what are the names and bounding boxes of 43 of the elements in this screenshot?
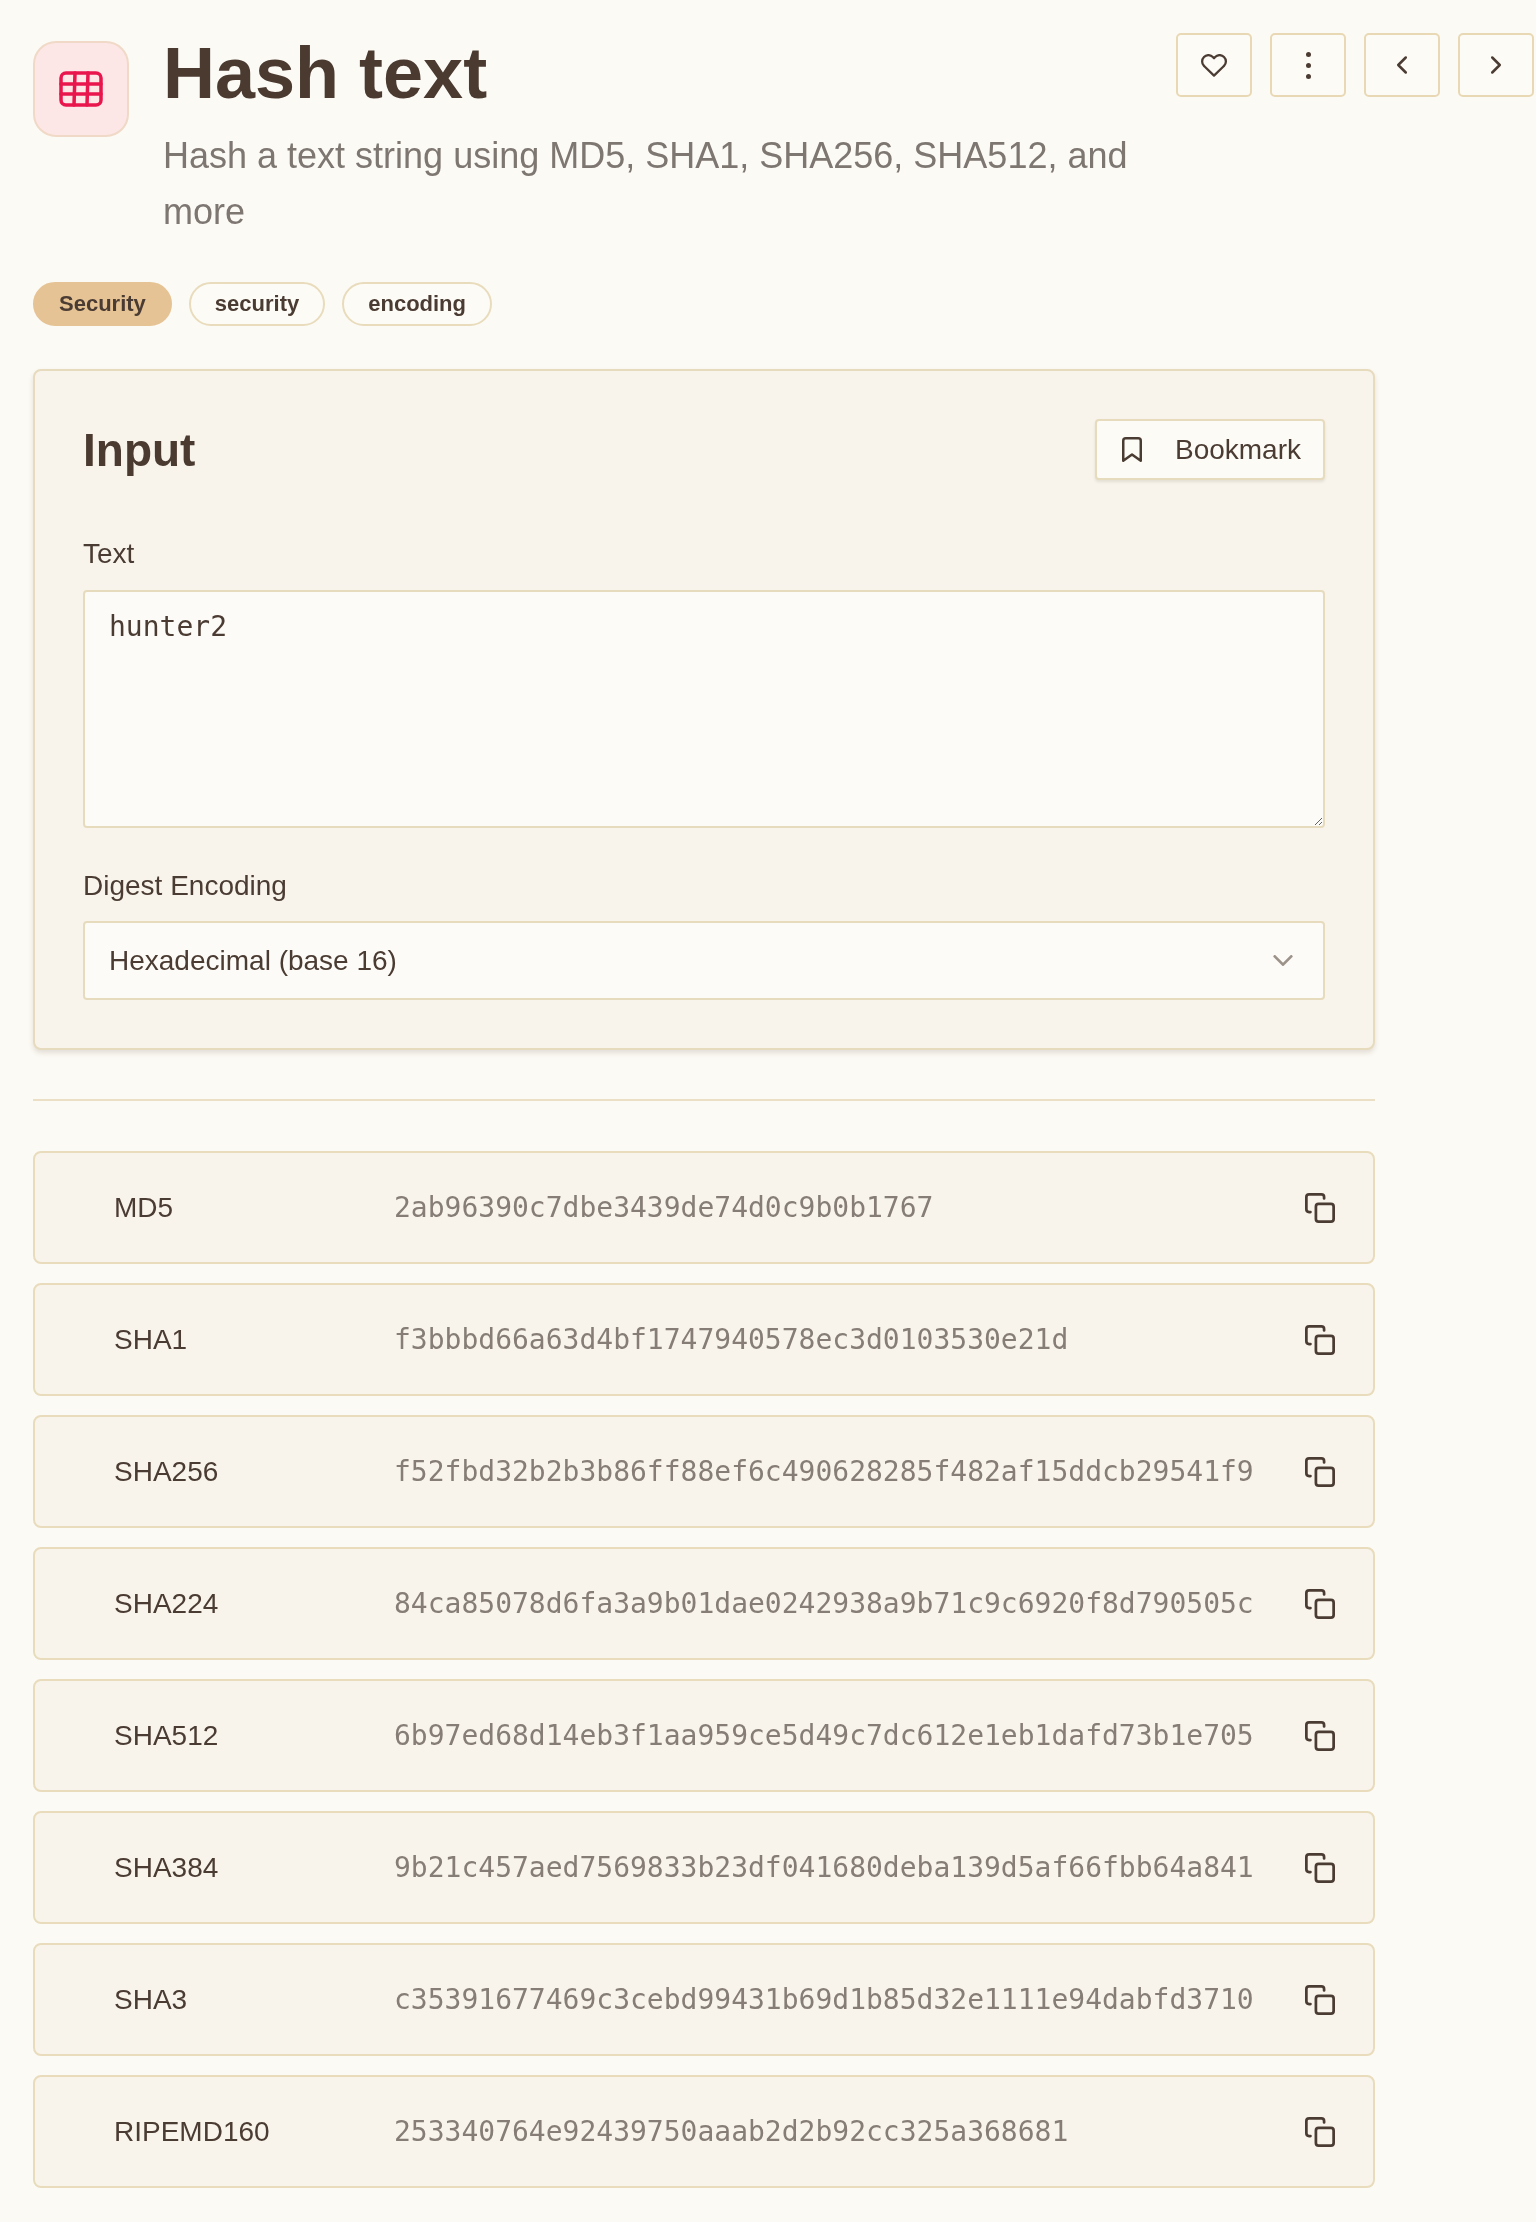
- algorithm-label: SHA512: [114, 1719, 219, 1752]
- category-tag[interactable]: Security: [33, 282, 172, 326]
- copy-icon[interactable]: [1305, 1192, 1335, 1223]
- favorite-button[interactable]: [1176, 33, 1252, 97]
- text-input[interactable]: hunter2: [83, 590, 1325, 828]
- page-title: Hash text: [163, 33, 488, 113]
- algorithm-label: RIPEMD160: [114, 2115, 270, 2148]
- algorithm-label: SHA384: [114, 1851, 219, 1884]
- copy-icon[interactable]: [1305, 1720, 1335, 1751]
- chevron-left-icon: [1397, 56, 1407, 74]
- field-label: Text: [83, 538, 135, 570]
- card-title: Input: [83, 424, 196, 475]
- grid-icon: [33, 41, 129, 137]
- copy-icon[interactable]: [1305, 1324, 1335, 1355]
- encoding-select[interactable]: Hexadecimal (base 16): [83, 921, 1325, 1000]
- digest-value: c35391677469c3cebd99431b69d1b85d32e1111e94dabfd3710: [394, 1982, 1254, 2017]
- digest-value: 6b97ed68d14eb3f1aa959ce5d49c7dc612e1eb1dafd73b1e705: [394, 1718, 1254, 1753]
- bookmark-icon: [1121, 437, 1142, 462]
- digest-value: f52fbd32b2b3b86ff88ef6c490628285f482af15ddcb29541f9: [394, 1454, 1254, 1489]
- chevron-right-icon: [1491, 56, 1501, 74]
- digest-value: 2ab96390c7dbe3439de74d0c9b0b1767: [394, 1190, 934, 1225]
- algorithm-label: SHA224: [114, 1587, 219, 1620]
- page-description: Hash a text string using MD5, SHA1, SHA256, SHA512, and more: [163, 134, 1129, 234]
- algorithm-label: SHA256: [114, 1455, 219, 1488]
- more-icon: [1305, 51, 1311, 79]
- keyword-tag[interactable]: encoding: [342, 282, 492, 326]
- heart-icon: [1201, 53, 1227, 77]
- digest-value: f3bbbd66a63d4bf1747940578ec3d0103530e21d: [394, 1322, 1069, 1357]
- digest-value: 253340764e92439750aaab2d2b92cc325a368681: [394, 2114, 1069, 2149]
- copy-icon[interactable]: [1305, 1588, 1335, 1619]
- field-label: Digest Encoding: [83, 870, 287, 902]
- digest-value: 84ca85078d6fa3a9b01dae0242938a9b71c9c6920f8d790505c: [394, 1586, 1254, 1621]
- copy-icon[interactable]: [1305, 1984, 1335, 2015]
- algorithm-label: SHA3: [114, 1983, 188, 2016]
- digest-value: 9b21c457aed7569833b23df041680deba139d5af66fbb64a841: [394, 1850, 1254, 1885]
- chevron-down-icon: [1273, 955, 1293, 966]
- bookmark-button[interactable]: Bookmark: [1094, 419, 1325, 480]
- copy-icon[interactable]: [1305, 2116, 1335, 2147]
- algorithm-label: MD5: [114, 1191, 174, 1224]
- copy-icon[interactable]: [1305, 1852, 1335, 1883]
- copy-icon[interactable]: [1305, 1456, 1335, 1487]
- keyword-tag[interactable]: security: [188, 282, 326, 326]
- algorithm-label: SHA1: [114, 1323, 188, 1356]
